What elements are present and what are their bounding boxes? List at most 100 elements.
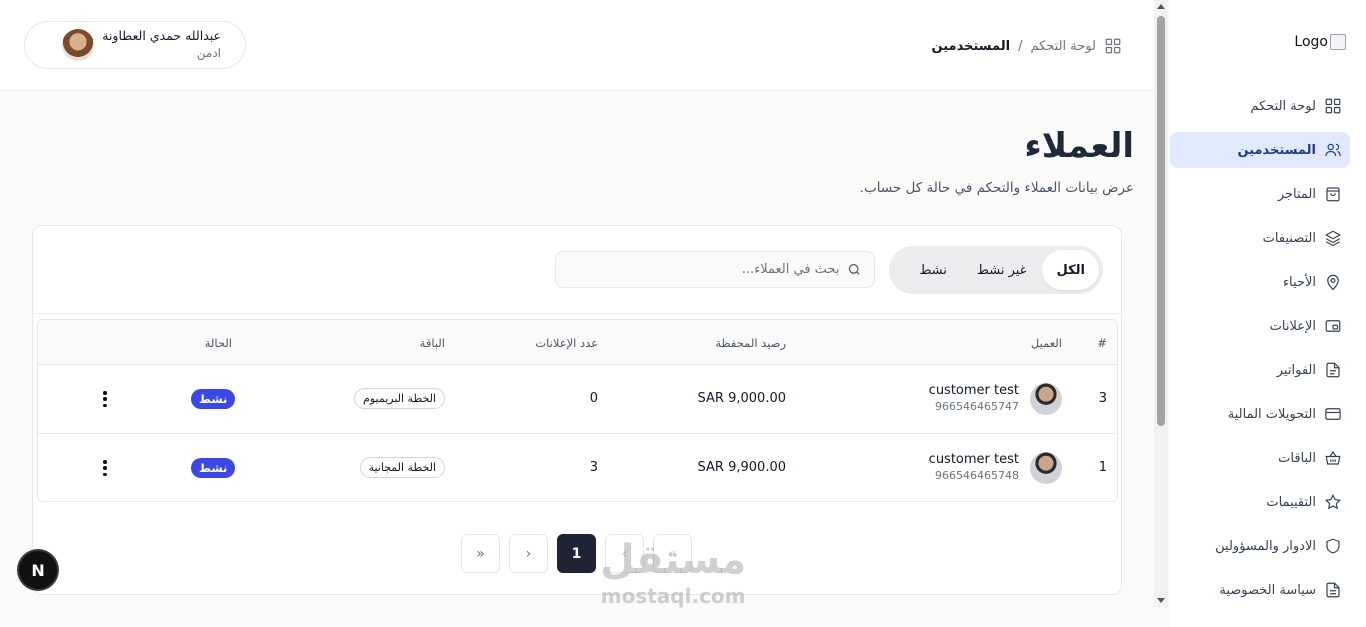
sidebar: Logo لوحة التحكم المستخدمين المتاجر التص…: [1170, 0, 1366, 627]
user-menu[interactable]: عبدالله حمدي العطاونة ادمن: [24, 21, 246, 69]
sidebar-item-label: المستخدمين: [1237, 142, 1316, 158]
ads-count: 3: [589, 460, 598, 475]
sidebar-item-categories[interactable]: التصنيفات: [1170, 220, 1350, 256]
star-icon: [1324, 493, 1342, 510]
grid-icon: [1325, 98, 1341, 114]
table-row[interactable]: 3 customer test 966546465747 SAR 9,000.0…: [38, 365, 1117, 434]
scroll-up-arrow-icon[interactable]: [1157, 4, 1165, 9]
basket-icon: [1325, 450, 1341, 465]
shield-icon: [1326, 538, 1340, 554]
user-name: عبدالله حمدي العطاونة: [102, 28, 221, 44]
filter-all-button[interactable]: الكل: [1042, 250, 1099, 290]
column-header-index: #: [1097, 336, 1107, 350]
sidebar-item-transfers[interactable]: التحويلات المالية: [1170, 396, 1350, 432]
status-filter: الكل غير نشط نشط: [889, 246, 1103, 294]
column-header-plan: الباقة: [419, 336, 445, 350]
grid-icon: [1105, 38, 1121, 54]
sidebar-item-label: الباقات: [1278, 450, 1316, 466]
column-header-balance: رصيد المحفظة: [715, 336, 786, 350]
avatar: [1030, 383, 1062, 415]
wallet-balance: SAR 9,000.00: [697, 391, 786, 406]
sidebar-item-label: سياسة الخصوصية: [1219, 582, 1316, 598]
sidebar-item-users[interactable]: المستخدمين: [1170, 132, 1350, 168]
sidebar-item-label: المتاجر: [1277, 186, 1316, 202]
file-text-icon: [1326, 362, 1340, 378]
sidebar-item-ratings[interactable]: التقييمات: [1170, 484, 1350, 520]
page-title: العملاء: [1024, 126, 1134, 166]
pagination: » › 1 ‹ «: [461, 534, 692, 573]
main-scrollbar[interactable]: [1154, 0, 1168, 607]
sidebar-item-label: التحويلات المالية: [1227, 406, 1316, 422]
table-row[interactable]: 1 customer test 966546465748 SAR 9,900.0…: [38, 434, 1117, 501]
row-index: 3: [1098, 391, 1107, 406]
user-info: عبدالله حمدي العطاونة ادمن: [102, 28, 221, 61]
table-header: # العميل رصيد المحفظة عدد الإعلانات البا…: [38, 320, 1117, 365]
breadcrumb-separator: /: [1018, 38, 1023, 54]
user-role: ادمن: [196, 46, 221, 61]
row-actions-menu-icon[interactable]: [102, 460, 108, 476]
current-page-button[interactable]: 1: [557, 534, 596, 573]
sidebar-item-label: الأحياء: [1282, 274, 1316, 290]
customer-name: customer test: [928, 452, 1019, 467]
wallet-balance: SAR 9,900.00: [697, 460, 786, 475]
ads-icon: [1325, 320, 1341, 332]
column-header-customer: العميل: [1030, 336, 1062, 350]
page-subtitle: عرض بيانات العملاء والتحكم في حالة كل حس…: [859, 180, 1134, 196]
scroll-down-arrow-icon[interactable]: [1157, 598, 1165, 603]
sidebar-item-label: الإعلانات: [1269, 318, 1316, 334]
search-box: [555, 251, 875, 288]
breadcrumb-root[interactable]: لوحة التحكم: [1030, 39, 1096, 54]
sidebar-item-label: التصنيفات: [1262, 230, 1316, 246]
filter-active-button[interactable]: نشط: [905, 250, 961, 290]
search-input[interactable]: [568, 262, 840, 277]
customer-phone: 966546465748: [935, 468, 1019, 482]
sidebar-item-label: الادوار والمسؤولين: [1215, 538, 1316, 554]
sidebar-item-invoices[interactable]: الفواتير: [1170, 352, 1350, 388]
framework-dev-badge[interactable]: N: [19, 551, 57, 589]
sidebar-nav: لوحة التحكم المستخدمين المتاجر التصنيفات…: [1170, 88, 1350, 616]
logo-alt-text: Logo: [1294, 34, 1328, 50]
customers-table: # العميل رصيد المحفظة عدد الإعلانات البا…: [37, 319, 1118, 502]
map-pin-icon: [1327, 274, 1339, 291]
sidebar-item-packages[interactable]: الباقات: [1170, 440, 1350, 476]
search-icon: [849, 264, 861, 275]
filter-inactive-button[interactable]: غير نشط: [963, 250, 1041, 290]
broken-image-icon: [1330, 34, 1346, 50]
sidebar-item-roles[interactable]: الادوار والمسؤولين: [1170, 528, 1350, 564]
breadcrumb-current: المستخدمين: [931, 38, 1011, 54]
logo[interactable]: Logo: [1294, 34, 1346, 50]
status-badge: نشط: [191, 389, 236, 409]
credit-card-icon: [1325, 408, 1341, 420]
top-header: لوحة التحكم / المستخدمين عبدالله حمدي ال…: [0, 0, 1154, 91]
row-actions-menu-icon[interactable]: [102, 391, 108, 407]
customer-name: customer test: [928, 383, 1019, 398]
plan-badge: الخطة البريميوم: [354, 388, 445, 409]
sidebar-item-dashboard[interactable]: لوحة التحكم: [1170, 88, 1350, 124]
users-icon: [1325, 143, 1341, 157]
status-badge: نشط: [191, 458, 236, 478]
ads-count: 0: [589, 391, 598, 406]
next-page-button[interactable]: ›: [509, 534, 548, 573]
customer-info: customer test 966546465748: [929, 452, 1019, 483]
last-page-button[interactable]: »: [461, 534, 500, 573]
plan-badge: الخطة المجانية: [359, 457, 445, 478]
sidebar-item-districts[interactable]: الأحياء: [1170, 264, 1350, 300]
customer-info: customer test 966546465747: [929, 383, 1019, 414]
avatar: [62, 29, 95, 61]
sidebar-item-ads[interactable]: الإعلانات: [1170, 308, 1350, 344]
first-page-button[interactable]: «: [653, 534, 692, 573]
row-index: 1: [1098, 460, 1107, 475]
prev-page-button[interactable]: ‹: [605, 534, 644, 573]
column-header-ads-count: عدد الإعلانات: [535, 336, 598, 350]
divider: [33, 313, 1121, 314]
document-icon: [1326, 582, 1340, 598]
sidebar-item-label: التقييمات: [1266, 494, 1316, 510]
sidebar-item-label: لوحة التحكم: [1250, 98, 1316, 114]
sidebar-item-privacy[interactable]: سياسة الخصوصية: [1170, 572, 1350, 608]
column-header-status: الحالة: [204, 336, 232, 350]
sidebar-item-label: الفواتير: [1276, 362, 1316, 378]
sidebar-item-stores[interactable]: المتاجر: [1170, 176, 1350, 212]
scrollbar-thumb[interactable]: [1157, 16, 1165, 426]
breadcrumb: لوحة التحكم / المستخدمين: [932, 37, 1122, 55]
layers-icon: [1325, 230, 1341, 247]
